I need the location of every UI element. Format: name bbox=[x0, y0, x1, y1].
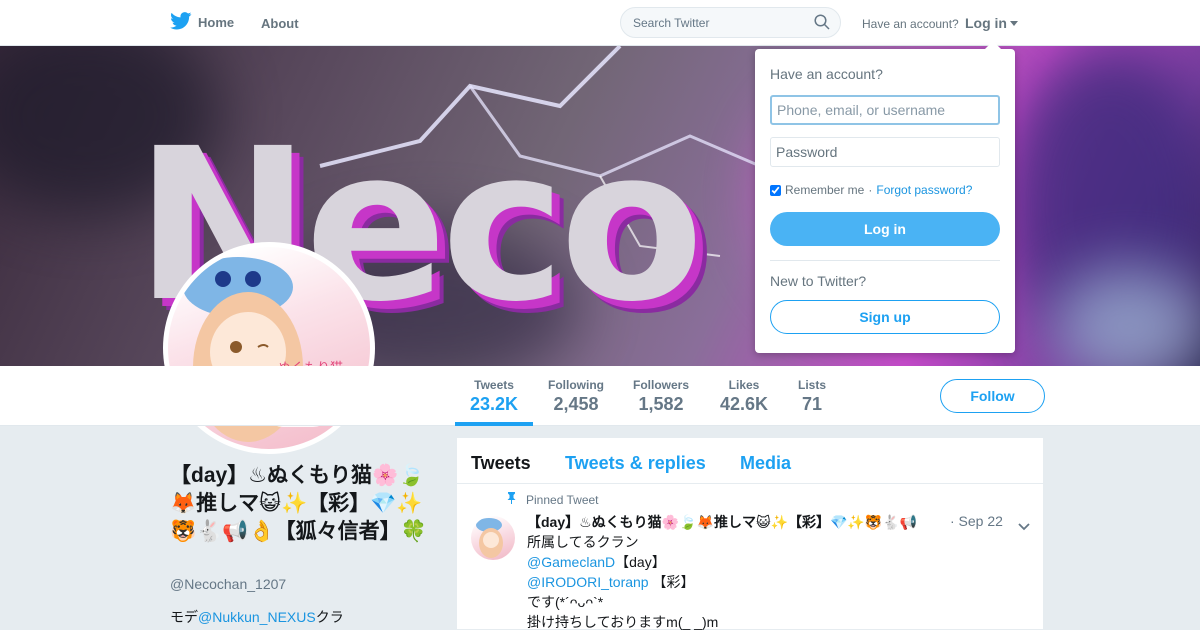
stat-followers[interactable]: Followers 1,582 bbox=[633, 378, 689, 415]
timeline: Tweets Tweets & replies Media Pinned Twe… bbox=[456, 437, 1044, 630]
tweet-author-name[interactable]: 【day】♨ぬくもり猫🌸🍃🦊推しマ😺✨【彩】💎✨🐯🐇📢 bbox=[527, 512, 917, 532]
stat-lists[interactable]: Lists 71 bbox=[798, 378, 826, 415]
tab-tweets[interactable]: Tweets bbox=[471, 453, 531, 474]
tweet-text-line: @IRODORI_toranp 【彩】 bbox=[527, 572, 694, 592]
login-dropdown: Have an account? Remember me · Forgot pa… bbox=[755, 41, 1015, 353]
tweet-text-line: 所属してるクラン bbox=[527, 534, 639, 550]
caret-down-icon bbox=[1010, 20, 1018, 26]
mention-link[interactable]: @IRODORI_toranp bbox=[527, 574, 649, 590]
bio-text: モデ bbox=[170, 609, 198, 625]
stat-value: 42.6K bbox=[720, 394, 769, 414]
divider bbox=[770, 260, 1000, 261]
nav-home-label: Home bbox=[198, 15, 235, 30]
twitter-bird-icon bbox=[170, 12, 192, 33]
search-box bbox=[620, 7, 841, 38]
separator-text: · bbox=[868, 183, 873, 197]
have-account-text: Have an account? bbox=[862, 17, 959, 31]
follow-button[interactable]: Follow bbox=[940, 379, 1045, 413]
stat-value: 71 bbox=[801, 394, 823, 414]
tweet-date[interactable]: · Sep 22 bbox=[950, 513, 1003, 529]
password-input[interactable] bbox=[770, 137, 1000, 167]
tweet-text: 【day】 bbox=[615, 554, 666, 570]
login-dropdown-title: Have an account? bbox=[770, 66, 883, 82]
timeline-tabs: Tweets Tweets & replies Media bbox=[457, 438, 1043, 484]
forgot-password-link[interactable]: Forgot password? bbox=[876, 183, 972, 197]
search-input[interactable] bbox=[621, 8, 801, 37]
stat-following[interactable]: Following 2,458 bbox=[548, 378, 604, 415]
pin-icon bbox=[507, 492, 516, 507]
search-icon[interactable] bbox=[814, 14, 830, 35]
stat-value: 23.2K bbox=[470, 394, 519, 414]
bio-mention-link[interactable]: @Nukkun_NEXUS bbox=[198, 609, 316, 625]
stat-value: 1,582 bbox=[638, 394, 684, 414]
profile-handle[interactable]: @Necochan_1207 bbox=[170, 576, 286, 592]
active-tab-indicator bbox=[455, 422, 533, 426]
bio-text: クラ bbox=[315, 609, 344, 625]
tab-tweets-replies[interactable]: Tweets & replies bbox=[565, 453, 706, 474]
stat-label: Following bbox=[548, 378, 604, 392]
mention-link[interactable]: @GameclanD bbox=[527, 554, 615, 570]
remember-checkbox[interactable] bbox=[770, 184, 781, 196]
stat-label: Followers bbox=[633, 378, 690, 392]
profile-stats-bar: Tweets 23.2K Following 2,458 Followers 1… bbox=[0, 366, 1200, 426]
tweet-text-line: 掛け持ちしておりますm(_ _)m bbox=[527, 614, 719, 630]
remember-label[interactable]: Remember me bbox=[785, 183, 864, 197]
login-dropdown-toggle[interactable]: Log in bbox=[965, 15, 1018, 31]
stat-likes[interactable]: Likes 42.6K bbox=[720, 378, 768, 415]
new-to-twitter-text: New to Twitter? bbox=[770, 273, 867, 289]
stat-tweets[interactable]: Tweets 23.2K bbox=[470, 378, 518, 415]
tweet-text: 【彩】 bbox=[648, 574, 695, 590]
pinned-tweet[interactable]: Pinned Tweet 【day】♨ぬくもり猫🌸🍃🦊推しマ😺✨【彩】💎✨🐯🐇📢… bbox=[457, 484, 1043, 630]
chevron-down-icon[interactable] bbox=[1018, 518, 1030, 536]
stat-label: Lists bbox=[798, 378, 827, 392]
profile-display-name: 【day】♨ぬくもり猫🌸🍃🦊推しマ😺✨【彩】💎✨🐯🐇📢👌【狐々信者】🍀 bbox=[170, 464, 427, 543]
stat-value: 2,458 bbox=[553, 394, 599, 414]
login-link-label: Log in bbox=[965, 15, 1007, 31]
remember-row: Remember me · Forgot password? bbox=[770, 183, 972, 197]
stat-label: Tweets bbox=[474, 378, 514, 392]
top-navigation: Home About Have an account? Log in bbox=[0, 0, 1200, 46]
nav-about[interactable]: About bbox=[261, 16, 299, 31]
login-button[interactable]: Log in bbox=[770, 212, 1000, 246]
tweet-text-line: @GameclanD【day】 bbox=[527, 552, 666, 572]
pinned-label: Pinned Tweet bbox=[526, 492, 599, 507]
tweet-avatar[interactable] bbox=[471, 516, 515, 560]
profile-bio: モデ@Nukkun_NEXUSクラ bbox=[170, 607, 344, 627]
tab-media[interactable]: Media bbox=[740, 453, 791, 474]
pinned-indicator: Pinned Tweet bbox=[507, 492, 599, 507]
nav-home[interactable]: Home bbox=[170, 12, 234, 33]
tweet-text-line: です(*´ᴖᴗᴖ`* bbox=[527, 594, 604, 610]
stat-label: Likes bbox=[728, 378, 760, 392]
signup-button[interactable]: Sign up bbox=[770, 300, 1000, 334]
username-input[interactable] bbox=[770, 95, 1000, 125]
